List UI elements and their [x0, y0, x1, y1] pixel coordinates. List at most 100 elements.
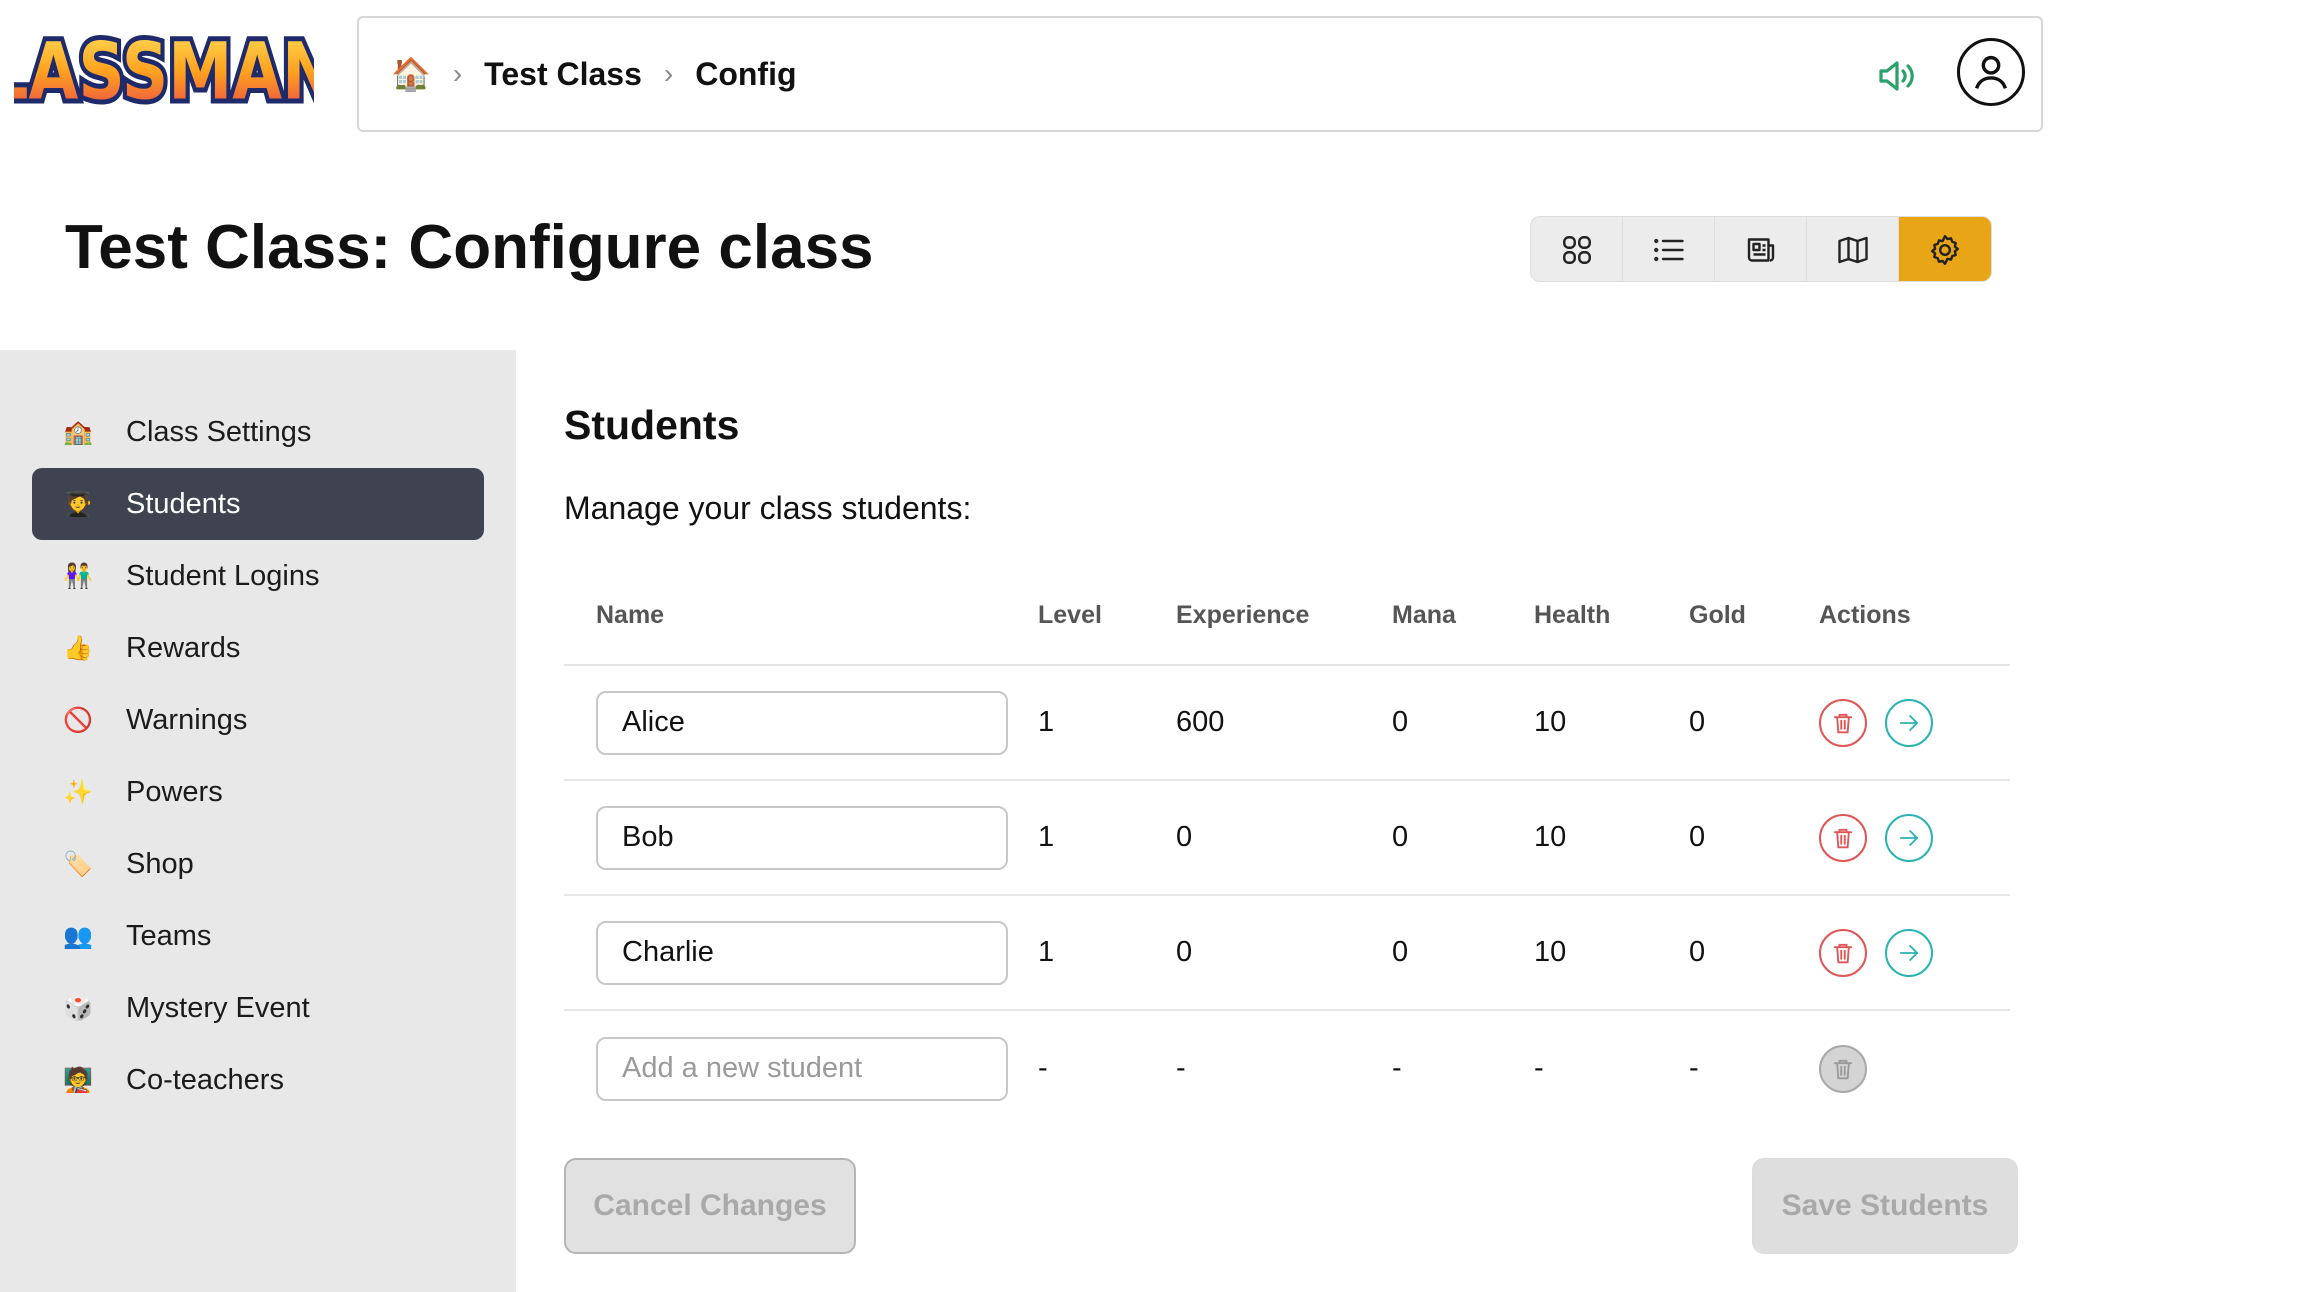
page-title: Test Class: Configure class	[65, 213, 874, 282]
grid-icon	[1562, 236, 1591, 264]
student-level: 1	[1038, 706, 1055, 738]
open-student-button[interactable]	[1885, 698, 1933, 747]
new-student-input[interactable]	[596, 1036, 1008, 1101]
sidebar-item-icon: 🏫	[63, 418, 93, 446]
sidebar-item-powers[interactable]: ✨ Powers	[32, 756, 484, 828]
sidebar-item-label: Class Settings	[126, 415, 312, 448]
grid-view-button[interactable]	[1531, 217, 1623, 281]
trash-icon	[1833, 1059, 1853, 1079]
list-view-button[interactable]	[1623, 217, 1715, 281]
student-gold: 0	[1689, 936, 1706, 968]
open-student-button[interactable]	[1885, 813, 1933, 862]
sidebar-item-shop[interactable]: 🏷️ Shop	[32, 828, 484, 900]
students-table: Name Level Experience Mana Health Gold A…	[564, 566, 2010, 1126]
app-logo[interactable]: CLASSMANA	[0, 18, 391, 132]
trash-icon	[1833, 943, 1853, 963]
newspaper-icon	[1747, 238, 1774, 262]
sidebar-item-label: Co-teachers	[126, 1063, 284, 1096]
student-gold: 0	[1689, 821, 1706, 853]
logo-text: CLASSMANA	[14, 25, 314, 117]
map-icon	[1837, 236, 1868, 264]
column-name: Name	[596, 600, 665, 629]
sidebar-item-class-settings[interactable]: 🏫 Class Settings	[32, 396, 484, 468]
column-gold: Gold	[1689, 600, 1746, 629]
student-experience: 0	[1176, 821, 1193, 853]
student-mana: 0	[1392, 706, 1409, 738]
top-bar: 🏠 › Test Class › Config	[357, 16, 2043, 132]
sidebar-item-icon: 🚫	[63, 706, 93, 734]
sidebar-item-label: Warnings	[126, 703, 248, 736]
sidebar-item-icon: 🧑‍🎓	[63, 490, 93, 518]
delete-student-button[interactable]	[1819, 698, 1867, 747]
news-view-button[interactable]	[1715, 217, 1807, 281]
table-header: Name Level Experience Mana Health Gold A…	[564, 566, 2010, 666]
sidebar-item-teams[interactable]: 👥 Teams	[32, 900, 484, 972]
column-mana: Mana	[1392, 600, 1456, 629]
student-mana: 0	[1392, 821, 1409, 853]
trash-icon	[1833, 713, 1853, 733]
sidebar-item-warnings[interactable]: 🚫 Warnings	[32, 684, 484, 756]
new-level: -	[1038, 1052, 1048, 1084]
cancel-changes-button[interactable]: Cancel Changes	[564, 1158, 856, 1254]
sidebar-item-label: Shop	[126, 847, 194, 880]
sidebar-item-students[interactable]: 🧑‍🎓 Students	[32, 468, 484, 540]
column-actions: Actions	[1819, 600, 1911, 629]
sidebar-item-icon: 👍	[63, 634, 93, 662]
student-experience: 0	[1176, 936, 1193, 968]
new-experience: -	[1176, 1052, 1186, 1084]
speaker-icon[interactable]	[1873, 52, 1921, 100]
student-name-input[interactable]	[596, 805, 1008, 870]
delete-student-button[interactable]	[1819, 928, 1867, 977]
chevron-right-icon: ›	[452, 58, 463, 89]
student-name-input[interactable]	[596, 920, 1008, 985]
table-row: 1 600 0 10 0	[564, 666, 2010, 781]
column-experience: Experience	[1176, 600, 1310, 629]
student-level: 1	[1038, 936, 1055, 968]
new-health: -	[1534, 1052, 1544, 1084]
sidebar-item-rewards[interactable]: 👍 Rewards	[32, 612, 484, 684]
section-title: Students	[564, 402, 740, 448]
map-view-button[interactable]	[1807, 217, 1899, 281]
open-student-button[interactable]	[1885, 928, 1933, 977]
sidebar-item-co-teachers[interactable]: 🧑‍🏫 Co-teachers	[32, 1044, 484, 1116]
main-content: Students Manage your class students: Nam…	[516, 350, 2300, 1292]
section-description: Manage your class students:	[564, 490, 972, 526]
sidebar-item-label: Rewards	[126, 631, 241, 664]
sidebar-item-label: Mystery Event	[126, 991, 310, 1024]
column-health: Health	[1534, 600, 1611, 629]
sidebar-item-icon: 👫	[63, 562, 93, 590]
sidebar-item-label: Teams	[126, 919, 212, 952]
delete-student-button[interactable]	[1819, 813, 1867, 862]
breadcrumb: 🏠 › Test Class › Config	[391, 18, 797, 130]
home-icon[interactable]: 🏠	[391, 58, 431, 90]
sidebar-item-student-logins[interactable]: 👫 Student Logins	[32, 540, 484, 612]
table-row: 100100	[564, 781, 2010, 896]
list-icon	[1653, 238, 1684, 262]
new-mana: -	[1392, 1052, 1402, 1084]
trash-icon	[1833, 828, 1853, 848]
new-student-row: - - - - -	[564, 1011, 2010, 1126]
arrow-right-icon	[1899, 714, 1919, 731]
user-icon[interactable]	[1957, 38, 2025, 106]
sidebar-item-icon: ✨	[63, 778, 93, 806]
gear-icon	[1931, 235, 1959, 265]
save-students-button[interactable]: Save Students	[1752, 1158, 2018, 1254]
sidebar-menu: 🏫 Class Settings 🧑‍🎓 Students 👫 Student Login…	[32, 396, 484, 1116]
sidebar-item-label: Powers	[126, 775, 223, 808]
breadcrumb-config[interactable]: Config	[695, 56, 796, 93]
delete-button-disabled[interactable]	[1819, 1044, 1867, 1093]
column-level: Level	[1038, 600, 1102, 629]
sidebar-item-label: Student Logins	[126, 559, 320, 592]
sidebar-item-icon: 🎲	[63, 994, 93, 1022]
sidebar-item-mystery-event[interactable]: 🎲 Mystery Event	[32, 972, 484, 1044]
sidebar-item-label: Students	[126, 487, 241, 520]
new-gold: -	[1689, 1052, 1699, 1084]
table-row: 100100	[564, 896, 2010, 1011]
breadcrumb-class[interactable]: Test Class	[484, 56, 642, 93]
sidebar-item-icon: 👥	[63, 922, 93, 950]
student-health: 10	[1534, 706, 1567, 738]
student-experience: 600	[1176, 706, 1225, 738]
student-name-input[interactable]	[596, 690, 1008, 755]
config-view-button[interactable]	[1899, 217, 1991, 281]
student-health: 10	[1534, 821, 1567, 853]
